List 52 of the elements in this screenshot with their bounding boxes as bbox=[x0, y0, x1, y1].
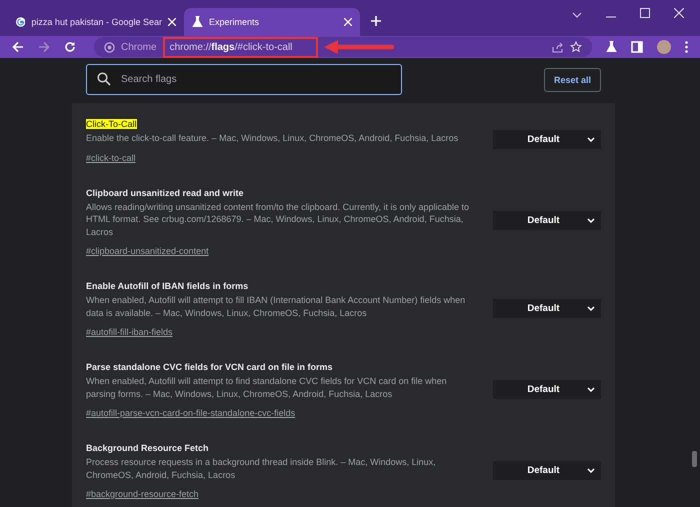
flag-title: Clipboard unsanitized read and write bbox=[86, 188, 244, 198]
flask-icon bbox=[192, 16, 203, 28]
flag-description: Allows reading/writing unsanitized content from/to the clipboard. Currently, it is only applicable to HTML format. See crbug.com/1268679. – Mac, Windows, Linux, ChromeOS, Android, Fuchsia, Lacros bbox=[86, 200, 470, 238]
chevron-down-icon bbox=[587, 218, 595, 224]
address-bar[interactable]: Chrome chrome://flags/#click-to-call bbox=[94, 37, 592, 57]
menu-icon[interactable] bbox=[685, 41, 688, 53]
flag-title: Click-To-Call bbox=[86, 119, 137, 129]
chevron-down-icon bbox=[587, 137, 595, 142]
url-text[interactable]: chrome://flags/#click-to-call bbox=[170, 42, 292, 52]
close-icon[interactable] bbox=[674, 8, 684, 18]
flag-title: Background Resource Fetch bbox=[86, 443, 209, 453]
flag-link[interactable]: #autofill-fill-iban-fields bbox=[86, 327, 173, 337]
flag-dropdown[interactable]: Default bbox=[493, 380, 601, 398]
flask-icon[interactable] bbox=[606, 41, 617, 53]
flag-description: When enabled, Autofill will attempt to fill IBAN (International Bank Account Number) fields when data is available. – Mac, Windows, Linux, ChromeOS, Fuchsia, Lacros bbox=[86, 294, 466, 319]
side-panel-icon[interactable] bbox=[631, 41, 643, 53]
maximize-icon[interactable] bbox=[640, 8, 650, 18]
arrow-annotation bbox=[324, 40, 394, 54]
minimize-icon[interactable] bbox=[606, 16, 616, 18]
flag-description: Enable the click-to-call feature. – Mac, Windows, Linux, ChromeOS, Android, Fuchsia, Lacros bbox=[86, 132, 460, 144]
chevron-down-icon bbox=[587, 306, 595, 310]
star-icon[interactable] bbox=[570, 41, 582, 53]
profile-avatar[interactable] bbox=[657, 40, 671, 54]
chevron-down-icon bbox=[587, 386, 595, 392]
chevron-down-icon bbox=[587, 468, 595, 472]
flag-title: Parse standalone CVC fields for VCN card on file in forms bbox=[86, 362, 333, 372]
flag-title: Enable Autofill of IBAN fields in forms bbox=[86, 281, 248, 291]
chrome-icon bbox=[104, 42, 115, 52]
reset-all-button[interactable]: Reset all bbox=[544, 68, 601, 92]
flag-dropdown[interactable]: Default bbox=[493, 211, 601, 230]
flag-description: When enabled, Autofill will attempt to find standalone CVC fields for VCN card on file when parsing forms. – Mac, Windows, Linux, ChromeOS, Android, Fuchsia, Lacros bbox=[86, 375, 448, 400]
tab-search-icon[interactable] bbox=[572, 12, 582, 18]
flag-description: Process resource requests in a background thread inside Blink. – Mac, Windows, Linux, ChromeOS, Android, Fuchsia, Lacros bbox=[86, 456, 437, 481]
flag-dropdown[interactable]: Default bbox=[493, 460, 601, 480]
browser-tab[interactable]: Experiments bbox=[184, 8, 360, 36]
site-label: Chrome bbox=[121, 42, 157, 52]
tab-title: Experiments bbox=[209, 17, 260, 27]
browser-tab[interactable]: pizza hut pakistan - Google Sear bbox=[8, 8, 184, 36]
flag-link[interactable]: #clipboard-unsanitized-content bbox=[86, 246, 209, 256]
search-icon bbox=[97, 72, 111, 86]
flag-dropdown[interactable]: Default bbox=[493, 298, 601, 318]
flag-link[interactable]: #autofill-parse-vcn-card-on-file-standalone-cvc-fields bbox=[86, 408, 296, 418]
google-icon bbox=[16, 16, 26, 28]
reload-icon[interactable] bbox=[64, 41, 76, 53]
flag-dropdown[interactable]: Default bbox=[493, 130, 601, 150]
flag-link[interactable]: #background-resource-fetch bbox=[86, 489, 199, 499]
share-icon[interactable] bbox=[552, 42, 564, 52]
tab-title: pizza hut pakistan - Google Sear bbox=[31, 17, 162, 27]
new-tab-icon[interactable] bbox=[370, 15, 382, 27]
flag-link[interactable]: #click-to-call bbox=[86, 152, 136, 162]
search-field[interactable]: Search flags bbox=[86, 64, 402, 95]
back-arrow-icon[interactable] bbox=[12, 41, 24, 53]
